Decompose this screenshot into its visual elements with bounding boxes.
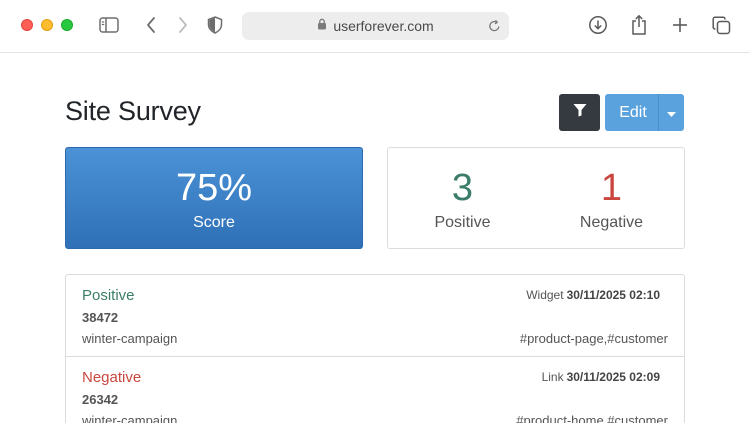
response-campaign: winter-campaign — [82, 413, 178, 423]
response-sentiment: Negative — [82, 369, 142, 386]
url-text: userforever.com — [333, 18, 434, 34]
response-meta: Widget 30/11/2025 02:10 — [526, 288, 660, 302]
negative-count-label: Negative — [579, 214, 644, 231]
response-source: Widget — [526, 288, 564, 302]
download-icon[interactable] — [587, 14, 609, 36]
tab-overview-icon[interactable] — [710, 14, 732, 36]
reload-icon[interactable] — [488, 19, 501, 38]
response-id: 38472 — [82, 310, 119, 325]
share-icon[interactable] — [628, 14, 650, 36]
response-tags: #product-page,#customer — [519, 331, 668, 346]
new-tab-icon[interactable] — [669, 14, 691, 36]
back-icon[interactable] — [140, 14, 162, 36]
maximize-window-button[interactable] — [61, 19, 73, 31]
response-datetime: 30/11/2025 02:09 — [566, 370, 660, 384]
lock-icon — [317, 17, 327, 35]
sidebar-icon[interactable] — [98, 14, 120, 36]
edit-button[interactable]: Edit — [605, 94, 661, 131]
response-tags: #product-home,#customer — [516, 413, 668, 423]
negative-count-value: 1 — [600, 167, 623, 209]
response-sentiment: Positive — [82, 287, 135, 304]
caret-down-icon — [667, 104, 676, 122]
positive-count-label: Positive — [434, 214, 491, 231]
minimize-window-button[interactable] — [41, 19, 53, 31]
score-card: 75% Score — [65, 147, 363, 249]
page-title: Site Survey — [65, 96, 201, 126]
response-row[interactable]: Positive 38472 winter-campaign Widget 30/… — [66, 275, 684, 356]
score-value: 75% — [175, 167, 253, 209]
response-campaign: winter-campaign — [82, 331, 178, 346]
response-list: Positive 38472 winter-campaign Widget 30/… — [65, 274, 685, 423]
response-source: Link — [541, 370, 564, 384]
browser-toolbar: userforever.com — [0, 0, 750, 53]
filter-icon — [573, 103, 587, 122]
response-row[interactable]: Negative 26342 winter-campaign Link 30/11… — [66, 356, 684, 423]
response-id: 26342 — [82, 392, 119, 407]
forward-icon[interactable] — [172, 14, 194, 36]
response-meta: Link 30/11/2025 02:09 — [542, 370, 660, 384]
filter-button[interactable] — [559, 94, 600, 131]
address-bar[interactable]: userforever.com — [242, 12, 509, 40]
shield-icon[interactable] — [204, 14, 226, 36]
edit-dropdown-toggle[interactable] — [658, 94, 684, 131]
close-window-button[interactable] — [21, 19, 33, 31]
score-label: Score — [193, 214, 235, 231]
response-datetime: 30/11/2025 02:10 — [566, 288, 660, 302]
positive-count-value: 3 — [451, 167, 474, 209]
sentiment-counts-card: 3 Positive 1 Negative — [387, 147, 685, 249]
